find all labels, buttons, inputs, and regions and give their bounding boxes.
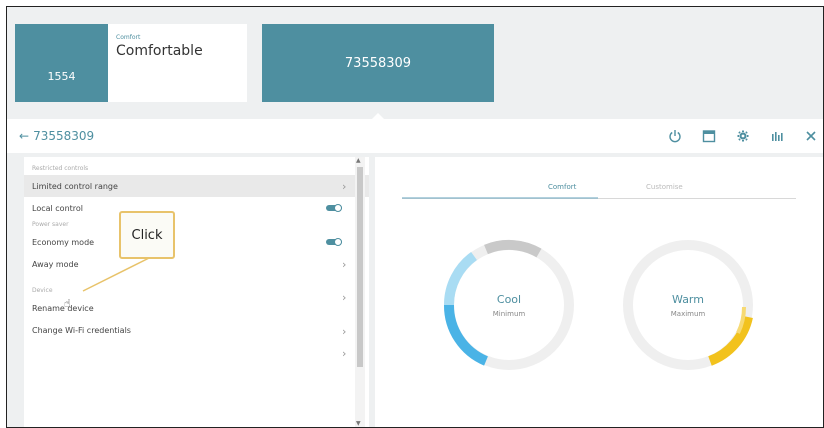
hand-cursor-icon: ☝	[64, 297, 71, 310]
callout-text: Click	[131, 227, 163, 243]
app-frame: 1554 Comfort Comfortable 73558309 ← 73558…	[6, 6, 824, 428]
click-callout: Click	[119, 211, 175, 259]
